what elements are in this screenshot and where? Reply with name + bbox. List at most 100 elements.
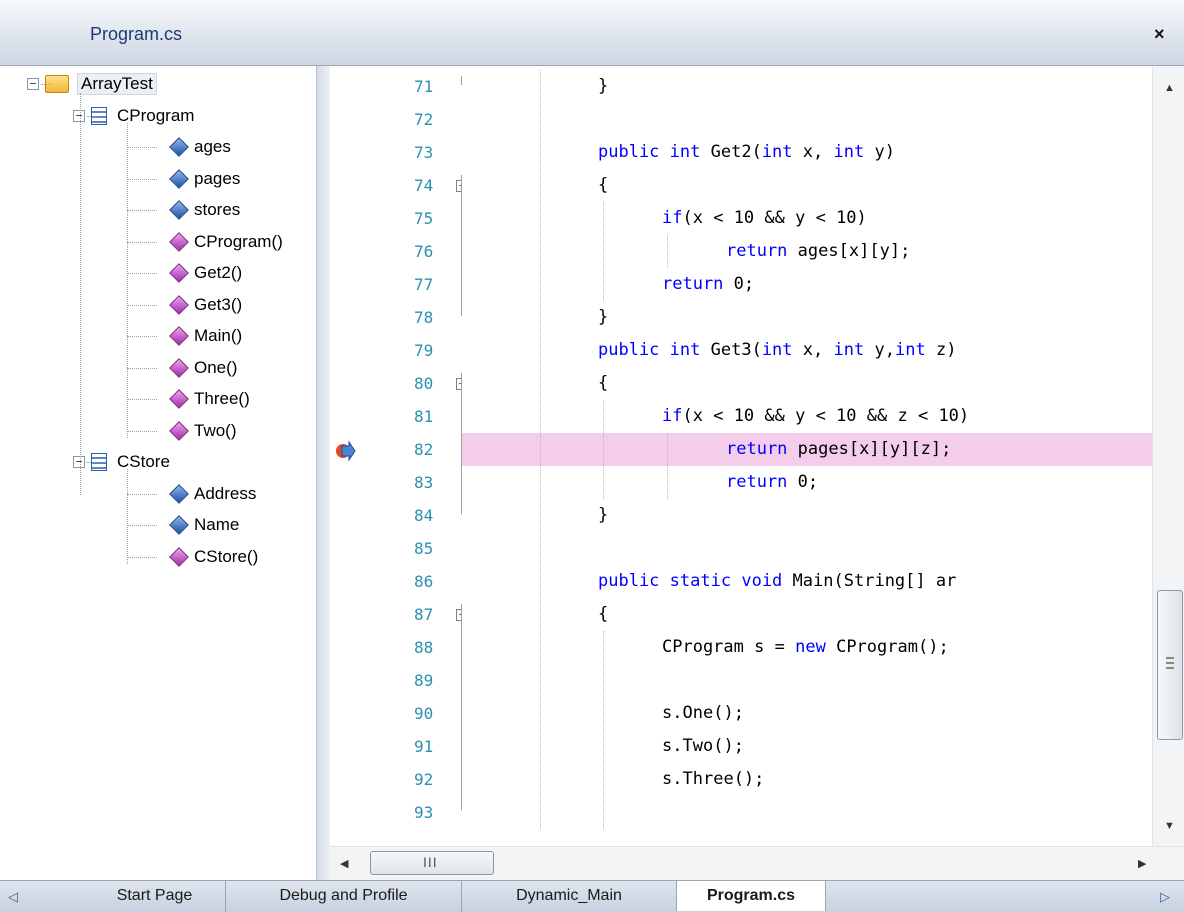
line-number: 85 <box>414 539 434 558</box>
tab-scroll-left-icon[interactable]: ◁ <box>8 889 18 905</box>
code-text: return pages[x][y][z]; <box>726 439 952 459</box>
tree-member-label: CStore() <box>194 546 259 566</box>
line-number: 93 <box>414 803 434 822</box>
tree-member-label: CProgram() <box>194 231 283 251</box>
code-line[interactable] <box>462 796 1152 829</box>
scroll-left-icon[interactable]: ◀ <box>340 857 348 870</box>
code-line[interactable]: } <box>462 499 1152 532</box>
line-number: 80 <box>414 374 434 393</box>
code-line[interactable]: } <box>462 301 1152 334</box>
tab-start-page[interactable]: Start Page <box>84 881 226 912</box>
tab-scroll-right-icon[interactable]: ▷ <box>1160 889 1170 905</box>
tab-label: Dynamic_Main <box>516 887 622 904</box>
tree-connector <box>87 462 97 463</box>
code-editor[interactable]: } public int Get2(int x, int y) {if(x < 10… <box>462 66 1152 846</box>
code-line[interactable]: public int Get2(int x, int y) <box>462 136 1152 169</box>
code-keyword: new <box>795 637 826 657</box>
scroll-down-icon[interactable]: ▼ <box>1164 820 1175 832</box>
code-line[interactable] <box>462 532 1152 565</box>
tree-member-label: Two() <box>194 420 237 440</box>
code-line[interactable]: return 0; <box>462 268 1152 301</box>
code-text: public static void Main(String[] ar <box>598 571 957 591</box>
tree-connector <box>127 493 157 495</box>
line-number-margin: 71727374−757677787980−81828384858687−888… <box>362 66 462 880</box>
code-line[interactable]: s.Three(); <box>462 763 1152 796</box>
code-line[interactable]: public static void Main(String[] ar <box>462 565 1152 598</box>
code-text: } <box>598 76 609 96</box>
method-icon <box>169 420 189 441</box>
tree-node-member[interactable]: Address <box>169 479 256 509</box>
indent-guide <box>603 400 604 499</box>
vertical-scroll-thumb[interactable] <box>1157 590 1183 740</box>
tree-node-member[interactable]: One() <box>169 353 237 383</box>
tree-node-member[interactable]: Two() <box>169 416 237 446</box>
line-number: 71 <box>414 77 434 96</box>
field-icon <box>169 200 189 220</box>
code-line[interactable]: s.Two(); <box>462 730 1152 763</box>
collapse-icon[interactable]: − <box>73 456 85 468</box>
tree-node-member[interactable]: Three() <box>169 384 250 414</box>
code-line[interactable]: } <box>462 70 1152 103</box>
method-icon <box>169 357 189 378</box>
tree-connector <box>127 556 157 558</box>
tree-node-member[interactable]: ages <box>169 132 231 162</box>
code-line[interactable]: { <box>462 598 1152 631</box>
code-line[interactable]: public int Get3(int x, int y,int z) <box>462 334 1152 367</box>
method-icon <box>169 263 189 283</box>
tab-debug-and-profile[interactable]: Debug and Profile <box>226 881 462 912</box>
breakpoint-gutter[interactable] <box>330 66 362 880</box>
scroll-up-icon[interactable]: ▲ <box>1164 82 1175 94</box>
tab-label: Program.cs <box>706 887 796 904</box>
line-number: 91 <box>414 737 434 756</box>
tree-node-member[interactable]: pages <box>169 164 240 194</box>
code-line[interactable] <box>462 103 1152 136</box>
code-line[interactable]: CProgram s = new CProgram(); <box>462 631 1152 664</box>
grip-icon <box>1166 657 1174 669</box>
code-text: return 0; <box>662 274 755 294</box>
scroll-right-icon[interactable]: ▶ <box>1138 857 1146 870</box>
code-text: CProgram s = new CProgram(); <box>662 637 949 657</box>
collapse-icon[interactable]: − <box>73 109 85 122</box>
collapse-icon[interactable]: − <box>27 78 39 90</box>
code-keyword: int <box>669 340 701 360</box>
tree-node-member[interactable]: CStore() <box>169 542 259 572</box>
tree-member-label: Get3() <box>194 294 243 314</box>
horizontal-scrollbar[interactable]: ◀ III ▶ <box>330 846 1184 880</box>
tree-node-member[interactable]: Main() <box>169 321 242 351</box>
line-number: 82 <box>414 440 434 459</box>
code-line[interactable] <box>462 664 1152 697</box>
tree-member-label: ages <box>194 137 231 156</box>
field-icon <box>169 515 189 535</box>
code-line[interactable]: return ages[x][y]; <box>462 235 1152 268</box>
code-line[interactable]: return 0; <box>462 466 1152 499</box>
line-number: 76 <box>414 242 434 261</box>
panel-splitter[interactable] <box>316 66 330 880</box>
code-line[interactable]: { <box>462 367 1152 400</box>
tree-node-member[interactable]: CProgram() <box>169 227 283 257</box>
code-text: { <box>598 373 609 393</box>
tree-node-member[interactable]: stores <box>169 195 241 225</box>
tab-dynamic-main[interactable]: Dynamic_Main <box>462 881 676 912</box>
close-icon[interactable]: × <box>1154 24 1165 45</box>
tree-node-member[interactable]: Get3() <box>169 290 243 320</box>
code-keyword: public <box>598 571 660 591</box>
code-keyword: int <box>833 142 865 162</box>
code-line[interactable]: if(x < 10 && y < 10) <box>462 202 1152 235</box>
method-icon <box>169 294 189 315</box>
code-keyword: public <box>598 142 660 162</box>
current-code-line[interactable]: return pages[x][y][z]; <box>462 433 1152 466</box>
code-line[interactable]: { <box>462 169 1152 202</box>
tree-node-member[interactable]: Get2() <box>169 258 242 288</box>
tree-node-member[interactable]: Name <box>169 510 239 540</box>
tree-member-label: stores <box>194 200 241 219</box>
line-number: 79 <box>414 341 434 360</box>
vertical-scrollbar[interactable]: ▲ ▼ <box>1152 66 1184 846</box>
horizontal-scroll-thumb[interactable]: III <box>370 851 494 875</box>
tree-connector <box>127 147 157 148</box>
tab-program-cs[interactable]: Program.cs <box>676 881 826 911</box>
code-line[interactable]: s.One(); <box>462 697 1152 730</box>
indent-guide <box>603 202 604 301</box>
code-line[interactable]: if(x < 10 && y < 10 && z < 10) <box>462 400 1152 433</box>
tree-connector <box>127 399 157 400</box>
method-icon <box>169 231 189 252</box>
